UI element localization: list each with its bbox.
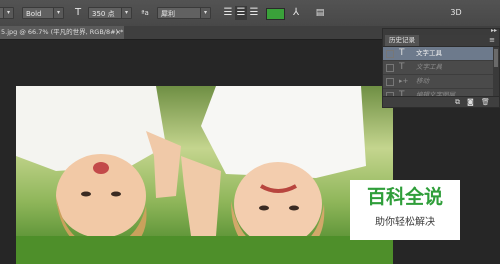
font-size-dropdown[interactable]: 350 点 ▾: [88, 7, 132, 19]
text-color-swatch[interactable]: [266, 8, 285, 20]
chevron-down-icon: ▾: [200, 8, 210, 18]
camera-icon[interactable]: ◙: [467, 97, 474, 107]
panel-collapse-icon[interactable]: ▸▸: [491, 27, 497, 34]
panel-menu-icon[interactable]: ≡: [489, 35, 495, 46]
snapshot-checkbox[interactable]: [386, 78, 394, 86]
text-tool-icon: T: [399, 48, 405, 58]
chevron-down-icon: ▾: [121, 8, 131, 18]
font-style-dropdown[interactable]: Bold ▾: [22, 7, 64, 19]
scrollbar-thumb[interactable]: [494, 49, 498, 67]
snapshot-checkbox[interactable]: [386, 64, 394, 72]
3d-button[interactable]: 3D: [448, 6, 464, 20]
history-item-label: 移动: [416, 77, 429, 85]
close-icon[interactable]: ×: [116, 26, 121, 39]
text-tool-icon: T: [399, 62, 405, 72]
history-item[interactable]: T 文字工具: [383, 47, 499, 61]
trash-icon[interactable]: 🗑: [481, 97, 490, 107]
font-size-value: 350 点: [92, 10, 115, 18]
font-family-dropdown[interactable]: ▾: [0, 7, 14, 19]
watermark-subtitle: 助你轻松解决: [375, 217, 435, 228]
history-panel: ▸▸ 历史记录 ≡ T 文字工具 T 文字工具 ▸+ 移动 T 编辑文字图层 ⧉…: [382, 27, 500, 108]
align-left-icon[interactable]: ☰: [222, 6, 234, 20]
history-scrollbar[interactable]: [493, 47, 499, 99]
children-photo: [16, 86, 393, 264]
antialias-value: 犀利: [161, 10, 175, 18]
watermark-logo: 百科全说 助你轻松解决: [350, 180, 460, 240]
options-bar: ▾ Bold ▾ T 350 点 ▾ ªa 犀利 ▾ ☰ ☰ ☰ ⅄ ▤ 3D: [0, 0, 500, 27]
history-item-label: 文字工具: [416, 63, 442, 71]
snapshot-checkbox[interactable]: [386, 50, 394, 58]
document-canvas-image[interactable]: [16, 86, 393, 264]
tab-history[interactable]: 历史记录: [385, 35, 419, 46]
character-panel-icon[interactable]: ▤: [314, 6, 326, 20]
align-right-icon[interactable]: ☰: [248, 6, 260, 20]
history-panel-header: 历史记录 ≡: [383, 35, 499, 47]
history-item-label: 文字工具: [416, 49, 442, 57]
warp-text-icon[interactable]: ⅄: [290, 6, 302, 20]
align-center-icon[interactable]: ☰: [235, 6, 247, 20]
font-style-value: Bold: [26, 10, 42, 18]
history-item[interactable]: T 文字工具: [383, 61, 499, 75]
move-tool-icon: ▸+: [399, 77, 409, 85]
font-size-icon: T: [74, 7, 82, 18]
chevron-down-icon: ▾: [3, 8, 13, 18]
history-item[interactable]: ▸+ 移动: [383, 75, 499, 89]
chevron-down-icon: ▾: [53, 8, 63, 18]
antialias-icon: ªa: [141, 9, 149, 17]
watermark-title: 百科全说: [366, 186, 443, 208]
antialias-dropdown[interactable]: 犀利 ▾: [157, 7, 211, 19]
new-document-from-state-icon[interactable]: ⧉: [455, 97, 460, 107]
document-title: 5.jpg @ 66.7% (平凡的世界, RGB/8#) *: [1, 28, 124, 36]
document-tab[interactable]: 5.jpg @ 66.7% (平凡的世界, RGB/8#) * ×: [0, 26, 124, 39]
history-panel-footer: ⧉ ◙ 🗑: [383, 96, 499, 107]
